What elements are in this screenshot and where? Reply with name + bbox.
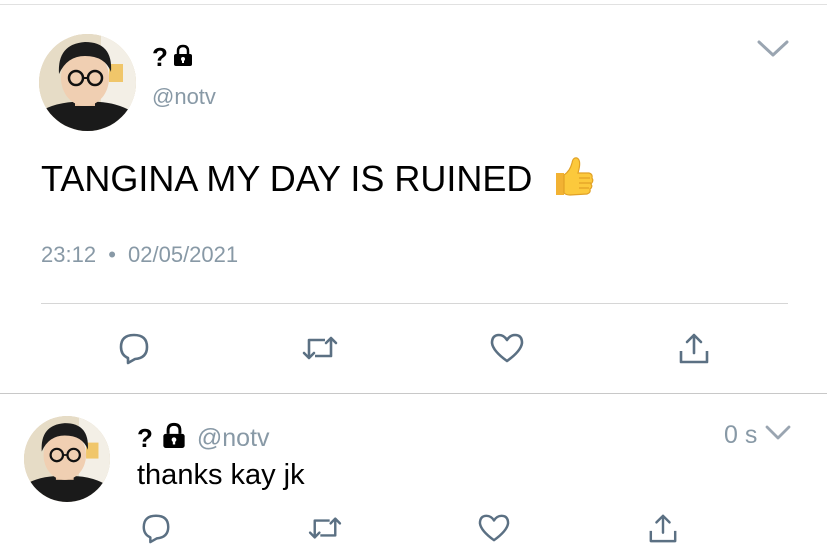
lock-icon [172,42,194,73]
reply-like-button[interactable] [473,508,515,548]
tweet-date: 02/05/2021 [128,242,239,267]
heart-icon [489,332,525,364]
reply-handle: @notv [196,424,270,452]
top-divider [0,4,827,5]
reply-icon [117,331,151,365]
reply-heart-icon [477,513,511,543]
tweet-divider [41,303,788,304]
tweet-time: 23:12 [41,242,97,267]
reply-retweet-button[interactable] [304,508,346,548]
share-icon [678,331,710,365]
thumbs-up-emoji [550,153,596,209]
reply-text: thanks kay jk [137,459,305,491]
reply-button[interactable] [112,326,156,370]
reply-reply-button[interactable] [135,508,177,548]
retweet-button[interactable] [298,326,342,370]
avatar[interactable] [39,34,136,131]
chevron-down-icon[interactable] [756,38,790,65]
display-name: ? [152,42,168,72]
meta-separator: • [108,242,116,267]
retweet-icon [301,333,339,363]
reply-reply-icon [140,512,172,544]
like-button[interactable] [485,326,529,370]
reply-share-icon [648,512,678,544]
reply-author-row[interactable]: ? @notv [137,422,270,455]
reply-share-button[interactable] [642,508,684,548]
reply-avatar-image [24,416,110,502]
reply-retweet-icon [307,514,343,542]
tweet-text: TANGINA MY DAY IS RUINED [41,158,533,199]
tweet-text-row: TANGINA MY DAY IS RUINED [41,153,596,209]
reply-meta: 0 s [724,421,791,450]
avatar-image [39,34,136,131]
tweet-timestamp: 23:12 • 02/05/2021 [41,242,238,268]
section-divider [0,393,827,394]
author-name-row[interactable]: ? [152,42,194,73]
reply-lock-icon [161,422,187,455]
reply-chevron-down-icon[interactable] [765,424,791,447]
reply-avatar[interactable] [24,416,110,502]
share-button[interactable] [672,326,716,370]
reply-elapsed-time: 0 s [724,421,758,449]
author-handle[interactable]: @notv [152,84,216,110]
reply-display-name: ? [137,423,153,453]
